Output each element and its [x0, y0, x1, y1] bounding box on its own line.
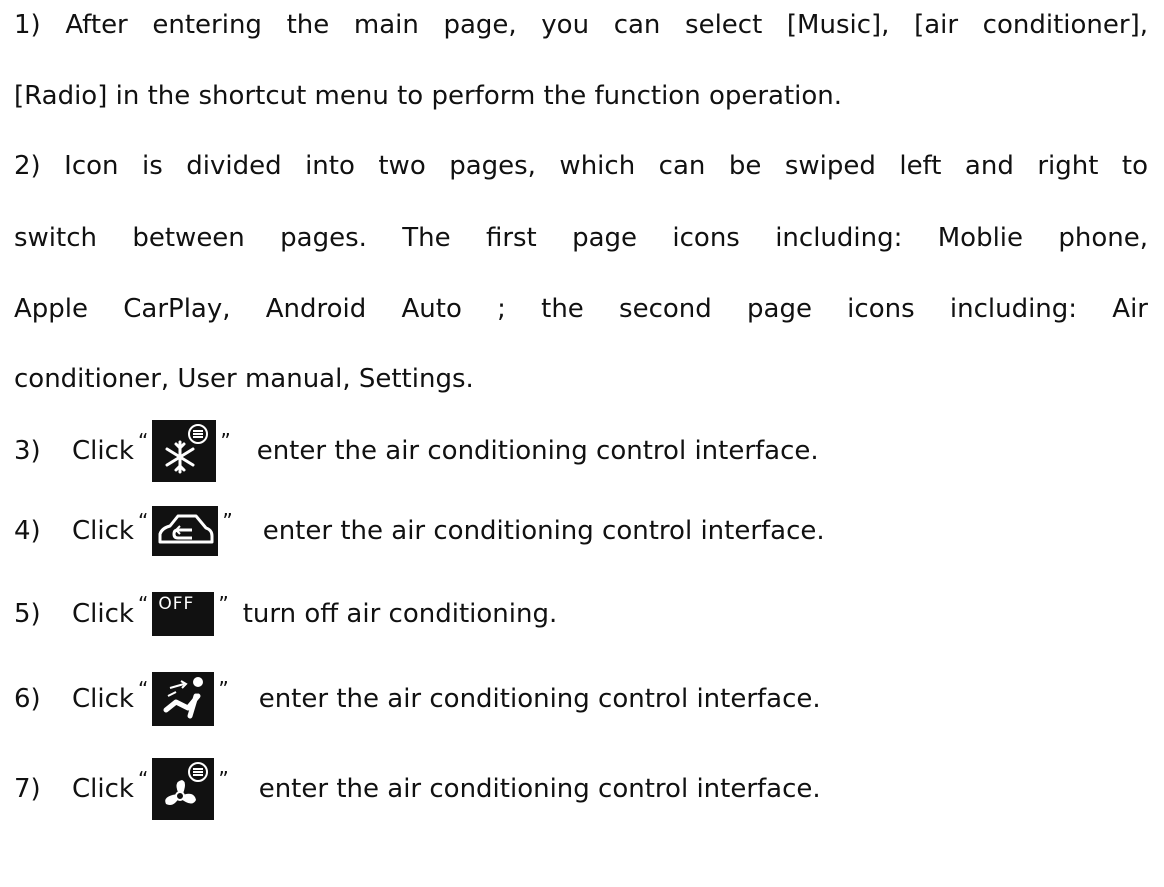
step-3: 3) Click “ ” enter the air conditioning … [14, 420, 819, 482]
close-quote: ” [218, 677, 229, 701]
step-number: 3) [14, 436, 41, 466]
close-quote: ” [218, 767, 229, 791]
step-description: enter the air conditioning control inter… [256, 436, 819, 466]
open-quote: “ [137, 592, 149, 616]
step-description: turn off air conditioning. [242, 599, 558, 629]
open-quote: “ [137, 767, 149, 791]
air-flow-direction-icon [152, 672, 215, 726]
paragraph-2-line-4: conditioner, User manual, Settings. [14, 364, 474, 394]
paragraph-1-line-2: [Radio] in the shortcut menu to perform … [14, 81, 843, 111]
close-quote: ” [222, 509, 233, 533]
paragraph-1-line-1: 1) After entering the main page, you can… [14, 10, 1148, 40]
step-6: 6) Click “ ” enter the air conditioning … [14, 672, 821, 726]
open-quote: “ [137, 429, 149, 453]
paragraph-2-line-1: 2) Icon is divided into two pages, which… [14, 151, 1148, 181]
step-5: 5) Click “ OFF ” turn off air conditioni… [14, 590, 557, 638]
step-verb: Click [72, 516, 134, 546]
step-description: enter the air conditioning control inter… [258, 684, 821, 714]
step-number: 6) [14, 684, 41, 714]
car-air-recirculation-icon [152, 506, 219, 556]
open-quote: “ [137, 677, 149, 701]
paragraph-2-line-2: switch between pages. The first page ico… [14, 223, 1148, 253]
open-quote: “ [137, 509, 149, 533]
close-quote: ” [218, 592, 229, 616]
fan-speed-icon [152, 758, 215, 820]
step-verb: Click [72, 774, 134, 804]
step-verb: Click [72, 436, 134, 466]
snowflake-ac-icon [152, 420, 217, 482]
step-number: 4) [14, 516, 41, 546]
step-7: 7) Click “ ” enter the air conditioning … [14, 758, 821, 820]
off-button-icon: OFF [152, 592, 215, 636]
step-number: 5) [14, 599, 41, 629]
close-quote: ” [220, 429, 231, 453]
step-number: 7) [14, 774, 41, 804]
step-verb: Click [72, 684, 134, 714]
step-verb: Click [72, 599, 134, 629]
step-description: enter the air conditioning control inter… [258, 774, 821, 804]
off-label: OFF [158, 594, 195, 614]
paragraph-2-line-3: Apple CarPlay, Android Auto ; the second… [14, 294, 1148, 324]
step-4: 4) Click “ ” enter the air conditioning … [14, 503, 825, 559]
step-description: enter the air conditioning control inter… [262, 516, 825, 546]
